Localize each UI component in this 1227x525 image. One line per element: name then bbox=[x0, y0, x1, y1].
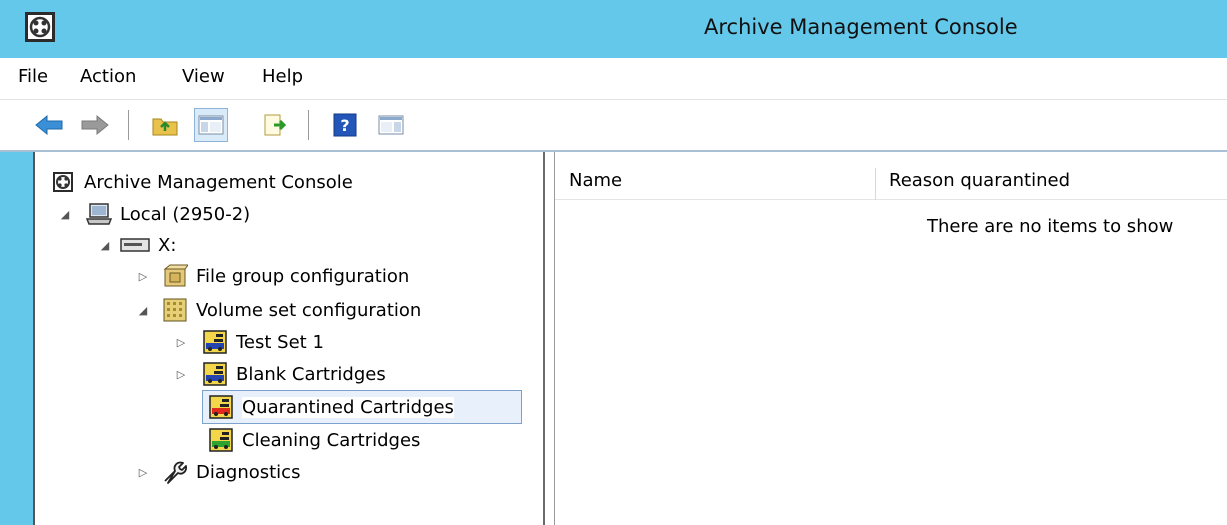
tree-label: Local (2950-2) bbox=[120, 203, 251, 225]
computer-icon bbox=[86, 201, 112, 227]
tree-node-file-group[interactable]: ▷ File group configuration bbox=[134, 260, 409, 292]
menu-action[interactable]: Action bbox=[80, 66, 136, 87]
tree-node-cleaning[interactable]: Cleaning Cartridges bbox=[208, 424, 420, 456]
tree-label: Diagnostics bbox=[196, 461, 301, 483]
result-list-pane[interactable]: Name Reason quarantined There are no ite… bbox=[555, 152, 1227, 525]
column-header-name[interactable]: Name bbox=[569, 160, 869, 200]
app-icon[interactable] bbox=[24, 11, 56, 43]
tree-label: File group configuration bbox=[196, 265, 410, 287]
tree-label: X: bbox=[158, 234, 177, 256]
drive-icon bbox=[120, 232, 150, 258]
tree-node-blank[interactable]: ▷ Blank Cartridges bbox=[172, 358, 386, 390]
show-hide-action-pane-icon[interactable] bbox=[374, 108, 408, 142]
console-icon bbox=[50, 169, 76, 195]
tree-node-volume-set[interactable]: ◢ Volume set configuration bbox=[134, 294, 421, 326]
export-list-icon[interactable] bbox=[258, 108, 292, 142]
list-header: Name Reason quarantined bbox=[555, 160, 1227, 200]
toolbar: ? bbox=[0, 100, 1227, 152]
cartridge-set-icon bbox=[202, 329, 228, 355]
collapse-arrow-icon[interactable]: ◢ bbox=[96, 236, 114, 254]
menu-file[interactable]: File bbox=[18, 66, 48, 87]
tree-label: Volume set configuration bbox=[196, 299, 422, 321]
collapse-arrow-icon[interactable]: ◢ bbox=[134, 301, 152, 319]
tree-node-quarantined[interactable]: Quarantined Cartridges bbox=[208, 391, 454, 423]
quarantined-cartridge-icon bbox=[208, 394, 234, 420]
menu-bar: File Action View Help bbox=[0, 58, 1227, 100]
pane-splitter[interactable] bbox=[543, 152, 555, 525]
tree-node-root[interactable]: Archive Management Console bbox=[50, 166, 353, 198]
show-hide-tree-icon[interactable] bbox=[194, 108, 228, 142]
tree-node-test-set[interactable]: ▷ Test Set 1 bbox=[172, 326, 324, 358]
tree-node-diagnostics[interactable]: ▷ Diagnostics bbox=[134, 456, 300, 488]
expand-arrow-icon[interactable]: ▷ bbox=[172, 365, 190, 383]
collapse-arrow-icon[interactable]: ◢ bbox=[56, 205, 74, 223]
title-bar: Archive Management Console bbox=[0, 0, 1227, 58]
window-title: Archive Management Console bbox=[704, 15, 1018, 39]
menu-help[interactable]: Help bbox=[262, 66, 303, 87]
expand-arrow-icon[interactable]: ▷ bbox=[134, 463, 152, 481]
tree-label: Blank Cartridges bbox=[236, 363, 386, 385]
help-icon[interactable]: ? bbox=[328, 108, 362, 142]
window-frame-left bbox=[0, 152, 35, 525]
tree-label: Quarantined Cartridges bbox=[242, 396, 454, 418]
menu-view[interactable]: View bbox=[182, 66, 225, 87]
cartridge-set-icon bbox=[202, 361, 228, 387]
column-header-reason[interactable]: Reason quarantined bbox=[889, 160, 1227, 200]
wrench-icon bbox=[162, 459, 188, 485]
expand-arrow-icon[interactable]: ▷ bbox=[134, 267, 152, 285]
tree-node-local[interactable]: ◢ Local (2950-2) bbox=[56, 198, 250, 230]
cleaning-cartridge-icon bbox=[208, 427, 234, 453]
expand-arrow-icon[interactable]: ▷ bbox=[172, 333, 190, 351]
tree-label: Archive Management Console bbox=[84, 171, 353, 193]
tree-node-drive[interactable]: ◢ X: bbox=[96, 229, 177, 261]
column-divider[interactable] bbox=[875, 168, 876, 200]
empty-list-message: There are no items to show bbox=[927, 216, 1174, 237]
tree-label: Cleaning Cartridges bbox=[242, 429, 421, 451]
svg-text:?: ? bbox=[340, 116, 349, 135]
tree-label: Test Set 1 bbox=[236, 331, 324, 353]
volume-set-icon bbox=[162, 297, 188, 323]
forward-arrow-icon[interactable] bbox=[78, 108, 112, 142]
file-group-icon bbox=[162, 263, 188, 289]
up-folder-icon[interactable] bbox=[148, 108, 182, 142]
back-arrow-icon[interactable] bbox=[32, 108, 66, 142]
